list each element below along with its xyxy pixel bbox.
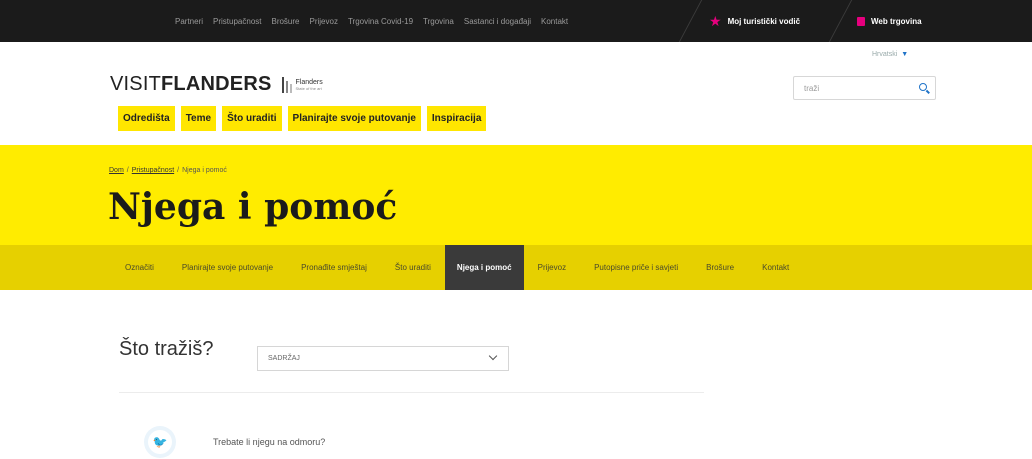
utility-link-shop[interactable]: Trgovina (423, 17, 454, 26)
result-item-title[interactable]: Trebate li njegu na odmoru? (213, 437, 325, 447)
chevron-down-icon (488, 351, 498, 361)
shopping-bag-icon (857, 16, 865, 26)
utility-link-contact[interactable]: Kontakt (541, 17, 568, 26)
utility-links: Partneri Pristupačnost Brošure Prijevoz … (175, 0, 568, 42)
section-nav-item-things-to-do[interactable]: Što uraditi (381, 245, 445, 290)
main-nav-destinations[interactable]: Odredišta (118, 106, 175, 131)
chevron-down-icon: ▼ (901, 51, 909, 58)
top-bar: Partneri Pristupačnost Brošure Prijevoz … (0, 0, 1032, 42)
flanders-lion-icon (281, 76, 293, 93)
twitter-icon: 🐦 (152, 435, 168, 449)
breadcrumb: Dom / Pristupačnost / Njega i pomoć (109, 167, 227, 174)
logo-wordmark: VISITFLANDERS (110, 73, 272, 95)
section-nav-item-contact[interactable]: Kontakt (748, 245, 803, 290)
topbar-divider (678, 0, 703, 42)
web-shop-label: Web trgovina (871, 16, 922, 26)
utility-link-accessibility[interactable]: Pristupačnost (213, 17, 261, 26)
section-nav-item-brochures[interactable]: Brošure (692, 245, 748, 290)
content-type-select[interactable]: SADRŽAJ (257, 346, 509, 371)
language-value: Hrvatski (872, 51, 898, 58)
section-nav-item-accommodation[interactable]: Pronađite smještaj (287, 245, 381, 290)
utility-link-partners[interactable]: Partneri (175, 17, 203, 26)
utility-link-transport[interactable]: Prijevoz (310, 17, 338, 26)
section-divider (119, 392, 704, 393)
result-type-badge: 🐦 (148, 430, 172, 454)
main-nav-inspiration[interactable]: Inspiracija (426, 106, 487, 131)
main-nav-plan-trip[interactable]: Planirajte svoje putovanje (287, 106, 421, 131)
search-icon[interactable] (919, 83, 927, 91)
breadcrumb-home[interactable]: Dom (109, 167, 124, 174)
my-guide-link[interactable]: ★ Moj turistički vodič (709, 0, 800, 42)
flanders-tagline: State of the art (295, 85, 322, 91)
search-input[interactable] (794, 77, 904, 99)
main-nav-themes[interactable]: Teme (180, 106, 217, 131)
filter-question: Što tražiš? (119, 338, 214, 360)
star-icon: ★ (709, 13, 722, 29)
flanders-name: Flanders (295, 78, 323, 86)
topbar-divider (828, 0, 853, 42)
page-title: Njega i pomoć (108, 186, 398, 228)
main-nav-things-to-do[interactable]: Što uraditi (222, 106, 282, 131)
my-guide-label: Moj turistički vodič (727, 16, 801, 26)
select-value: SADRŽAJ (268, 355, 300, 362)
page-hero: Dom / Pristupačnost / Njega i pomoć Njeg… (0, 145, 1032, 245)
utility-link-meetings[interactable]: Sastanci i događaji (464, 17, 531, 26)
utility-link-brochures[interactable]: Brošure (271, 17, 299, 26)
breadcrumb-current: Njega i pomoć (182, 167, 227, 174)
section-nav-item-care-and-help[interactable]: Njega i pomoć (444, 245, 524, 290)
section-nav-item-plan-trip[interactable]: Planirajte svoje putovanje (168, 245, 287, 290)
section-nav-item-travel-stories[interactable]: Putopisne priče i savjeti (580, 245, 692, 290)
web-shop-link[interactable]: Web trgovina (857, 0, 922, 42)
site-logo[interactable]: VISITFLANDERS Flanders State of the art (110, 73, 323, 96)
flanders-mark: Flanders State of the art (281, 76, 323, 93)
breadcrumb-accessibility[interactable]: Pristupačnost (132, 167, 174, 174)
language-selector[interactable]: Hrvatski ▼ (872, 51, 908, 58)
site-search (793, 76, 936, 100)
section-nav-item-transport[interactable]: Prijevoz (524, 245, 580, 290)
utility-link-covid-shop[interactable]: Trgovina Covid-19 (348, 17, 413, 26)
section-nav-item-highlights[interactable]: Označiti (111, 245, 168, 290)
main-nav: Odredišta Teme Što uraditi Planirajte sv… (118, 106, 487, 131)
section-nav: Označiti Planirajte svoje putovanje Pron… (0, 245, 1032, 290)
